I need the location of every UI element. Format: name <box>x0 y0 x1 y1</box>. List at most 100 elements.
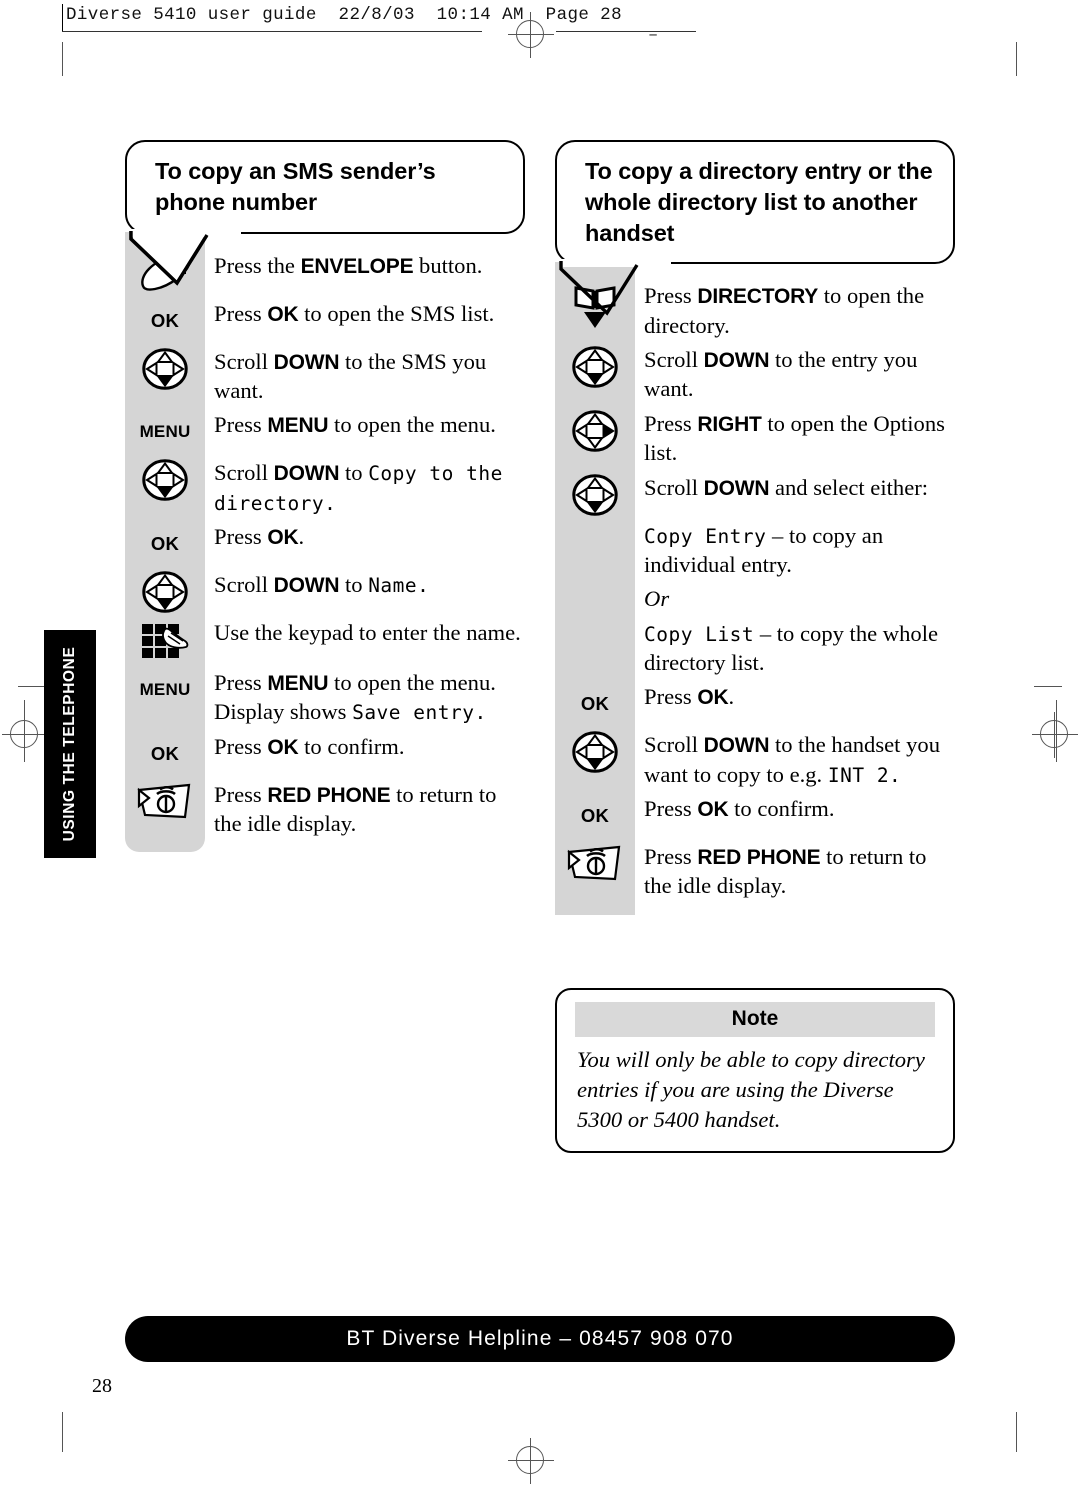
print-dash-mark: – <box>648 26 659 45</box>
ok-key-icon-label: OK <box>150 533 180 554</box>
callout-tail-left-icon <box>129 228 241 286</box>
procedure-step: Scroll DOWN to the entry you want. <box>555 344 955 404</box>
step-instruction: Copy Entry – to copy an individual entry… <box>635 520 955 580</box>
crop-mark-right <box>1034 686 1062 687</box>
instruction-text: Press <box>644 410 698 436</box>
registration-mark-bottom-icon <box>508 1438 554 1484</box>
instruction-text: Scroll <box>214 348 274 374</box>
step-instruction: Press OK to open the SMS list. <box>205 298 525 328</box>
key-name: OK <box>267 302 299 326</box>
step-instruction: Press RED PHONE to return to the idle di… <box>205 779 525 839</box>
ok-key-icon: OK <box>125 731 205 775</box>
instruction-text: Press <box>644 684 698 710</box>
lcd-display-text: Name. <box>368 574 430 597</box>
lcd-display-text: INT 2. <box>827 763 902 787</box>
navpad-down-icon <box>125 569 205 613</box>
key-name: DOWN <box>273 350 340 374</box>
step-instruction: Press OK. <box>205 521 525 551</box>
key-name: DOWN <box>703 476 770 500</box>
instruction-text: Scroll <box>644 347 704 373</box>
procedure-step: Scroll DOWN to the SMS you want. <box>125 346 525 406</box>
header-rule-left <box>62 31 482 32</box>
left-heading-text: To copy an SMS sender’s phone number <box>155 158 436 215</box>
ok-key-icon-label: OK <box>150 742 180 764</box>
menu-key-icon-label: MENU <box>139 422 191 442</box>
key-name: OK <box>267 735 299 759</box>
helpline-footer-text: BT Diverse Helpline – 08457 908 070 <box>346 1327 734 1350</box>
step-instruction: Copy List – to copy the whole directory … <box>635 618 955 678</box>
key-name: RIGHT <box>697 412 762 436</box>
page-number: 28 <box>92 1375 112 1397</box>
instruction-text: Scroll <box>214 572 274 597</box>
right-steps-rows: Press DIRECTORY to open the directory. S… <box>555 280 955 900</box>
procedure-step: MENU Press MENU to open the menu. <box>125 409 525 453</box>
step-instruction: Press RIGHT to open the Options list. <box>635 408 955 468</box>
left-steps-list: Press the ENVELOPE button. OK Press OK t… <box>125 231 525 853</box>
lcd-display-text: Copy List <box>644 622 755 646</box>
navpad-down-icon <box>125 457 205 501</box>
left-procedure-column: To copy an SMS sender’s phone number Pre… <box>125 140 525 853</box>
instruction-text: Press <box>214 733 268 759</box>
instruction-text: to open the menu. <box>328 412 496 438</box>
instruction-text: Press <box>214 670 268 695</box>
procedure-step: Press RED PHONE to return to the idle di… <box>125 779 525 839</box>
instruction-text: Press <box>644 844 698 870</box>
procedure-step: MENU Press MENU to open the menu. Displa… <box>125 667 525 727</box>
procedure-step: OK Press OK to confirm. <box>555 793 955 837</box>
helpline-footer-bar: BT Diverse Helpline – 08457 908 070 <box>125 1316 955 1362</box>
none <box>555 583 635 593</box>
right-steps-list: Press DIRECTORY to open the directory. S… <box>555 262 955 915</box>
procedure-step: OK Press OK. <box>125 521 525 565</box>
key-name: DOWN <box>703 349 770 373</box>
crop-mark-top-left <box>62 42 63 76</box>
menu-key-icon: MENU <box>125 667 205 711</box>
instruction-text: Press <box>644 796 698 822</box>
instruction-text: to <box>339 460 369 486</box>
instruction-text: Press <box>214 412 268 438</box>
procedure-step: Press RIGHT to open the Options list. <box>555 408 955 468</box>
registration-mark-left-icon <box>2 712 48 758</box>
instruction-text: button. <box>413 252 483 278</box>
procedure-step: Scroll DOWN to Copy to the directory. <box>125 457 525 517</box>
procedure-step: Or <box>555 583 955 613</box>
note-box: Note You will only be able to copy direc… <box>555 988 955 1154</box>
key-name: OK <box>697 686 729 710</box>
instruction-text: Press <box>214 300 268 326</box>
procedure-step: OK Press OK to confirm. <box>125 731 525 775</box>
ok-key-icon-label: OK <box>580 693 610 715</box>
instruction-text: Scroll <box>644 732 704 758</box>
ok-key-icon: OK <box>555 681 635 725</box>
key-name: ENVELOPE <box>300 254 414 278</box>
ok-key-icon-label: OK <box>580 805 610 827</box>
key-name: MENU <box>267 672 329 695</box>
navpad-right-icon <box>555 408 635 452</box>
key-name: DIRECTORY <box>697 285 819 309</box>
registration-mark-top-icon <box>508 12 554 58</box>
key-name: MENU <box>267 414 329 438</box>
section-side-tab-label: USING THE TELEPHONE <box>61 646 78 842</box>
procedure-step: OK Press OK. <box>555 681 955 725</box>
step-instruction: Press the ENVELOPE button. <box>205 250 525 280</box>
instruction-text: . <box>728 684 735 710</box>
step-instruction: Press OK to confirm. <box>635 793 955 823</box>
page-edge-right <box>1056 700 1057 762</box>
instruction-text: and select either: <box>769 474 929 500</box>
instruction-text: to open the SMS list. <box>298 300 495 326</box>
step-instruction: Press OK. <box>635 681 955 711</box>
section-side-tab: USING THE TELEPHONE <box>44 630 96 858</box>
menu-key-icon-label: MENU <box>139 680 191 699</box>
step-instruction: Scroll DOWN to the handset you want to c… <box>635 729 955 789</box>
ok-key-icon: OK <box>125 298 205 342</box>
key-name: DOWN <box>273 574 340 597</box>
key-name: RED PHONE <box>697 846 821 870</box>
step-instruction: Press DIRECTORY to open the directory. <box>635 280 955 340</box>
navpad-down-icon <box>555 472 635 516</box>
instruction-text: . <box>298 524 305 549</box>
key-name: OK <box>697 798 729 822</box>
step-instruction: Scroll DOWN to the SMS you want. <box>205 346 525 406</box>
step-instruction: Press MENU to open the menu. <box>205 409 525 439</box>
step-instruction: Press RED PHONE to return to the idle di… <box>635 841 955 901</box>
step-instruction: Scroll DOWN to Name. <box>205 569 525 599</box>
instruction-text: to <box>339 572 369 597</box>
right-procedure-column: To copy a directory entry or the whole d… <box>555 140 955 915</box>
